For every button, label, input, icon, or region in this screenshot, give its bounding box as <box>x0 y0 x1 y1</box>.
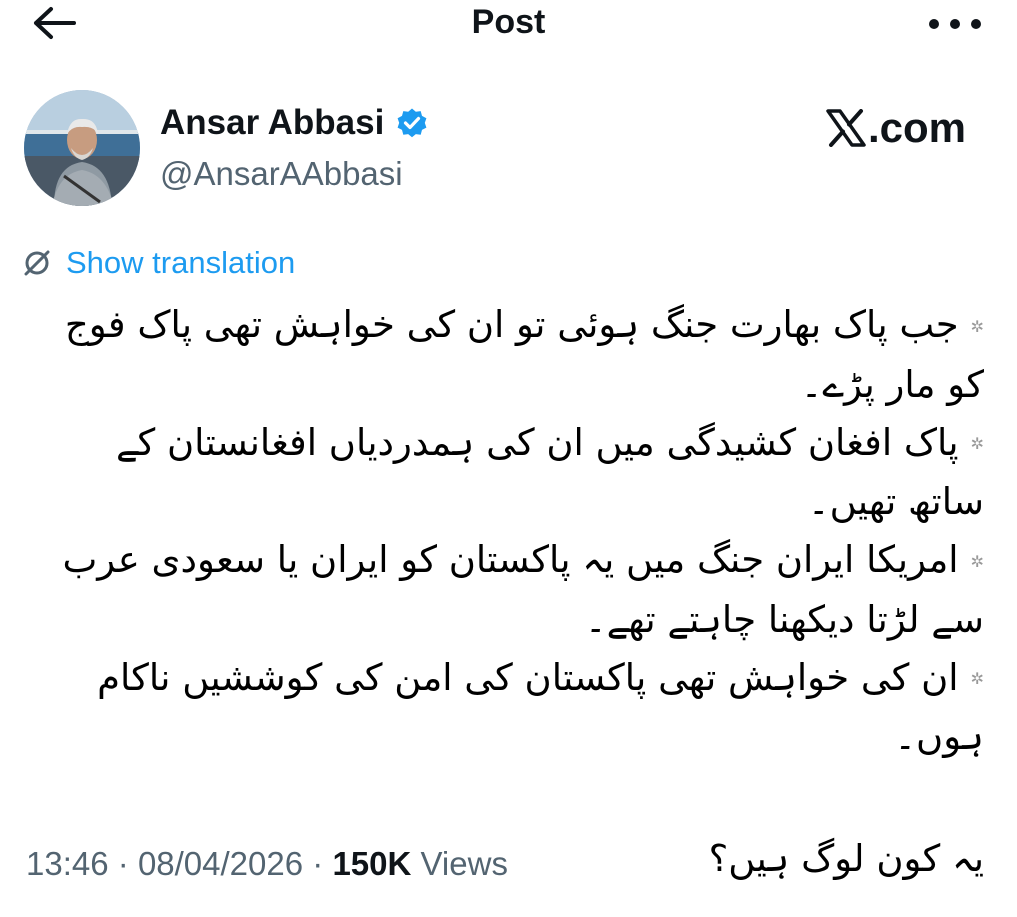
author-name[interactable]: Ansar Abbasi <box>160 102 430 144</box>
page-title: Post <box>471 3 546 41</box>
post-line: ✲پاک افغان کشیدگی میں ان کی ہمدردیاں افغ… <box>40 414 984 532</box>
bullet-icon: ✲ <box>970 551 984 571</box>
author-handle[interactable]: @AnsarAAbbasi <box>160 153 403 195</box>
post-line-text: امریکا ایران جنگ میں یہ پاکستان کو ایران… <box>62 538 984 641</box>
brand-label: .com <box>868 104 967 151</box>
post-line: ✲امریکا ایران جنگ میں یہ پاکستان کو ایرا… <box>40 531 984 649</box>
show-translation-label: Show translation <box>66 245 296 280</box>
more-dots-icon <box>929 19 981 29</box>
meta-separator: · <box>117 845 129 882</box>
author-name-text: Ansar Abbasi <box>160 103 385 142</box>
post-line: ✲ان کی خواہش تھی پاکستان کی امن کی کوششی… <box>40 649 984 767</box>
views-label: Views <box>420 845 508 882</box>
show-translation-link[interactable]: Show translation <box>22 243 295 283</box>
top-bar: Post <box>0 0 1017 50</box>
brand-watermark: .com <box>826 104 966 152</box>
post-line: ✲جب پاک بھارت جنگ ہوئی تو ان کی خواہش تھ… <box>40 296 984 414</box>
meta-separator: · <box>312 845 324 882</box>
post-line-text: ان کی خواہش تھی پاکستان کی امن کی کوششیں… <box>97 655 984 759</box>
x-logo-icon <box>826 109 866 147</box>
post-meta: 13:46 · 08/04/2026 · 150K Views <box>26 842 508 886</box>
post-time[interactable]: 13:46 <box>26 845 109 882</box>
more-options-button[interactable] <box>928 14 982 34</box>
bullet-icon: ✲ <box>970 316 984 336</box>
bullet-icon: ✲ <box>970 434 984 453</box>
post-body: ✲جب پاک بھارت جنگ ہوئی تو ان کی خواہش تھ… <box>40 296 984 888</box>
views-count[interactable]: 150K <box>332 845 411 882</box>
post-line-text: پاک افغان کشیدگی میں ان کی ہمدردیاں افغا… <box>115 420 984 524</box>
globe-icon <box>24 250 50 276</box>
verified-badge-icon <box>397 108 427 138</box>
avatar-photo-icon <box>24 90 140 206</box>
post-date[interactable]: 08/04/2026 <box>138 845 303 882</box>
post-line-text: جب پاک بھارت جنگ ہوئی تو ان کی خواہش تھی… <box>64 303 984 406</box>
bullet-icon: ✲ <box>970 669 984 688</box>
avatar[interactable] <box>24 90 140 206</box>
post-page: Post Ansar Abbasi @AnsarAAbbasi .com Sho… <box>0 0 1017 917</box>
